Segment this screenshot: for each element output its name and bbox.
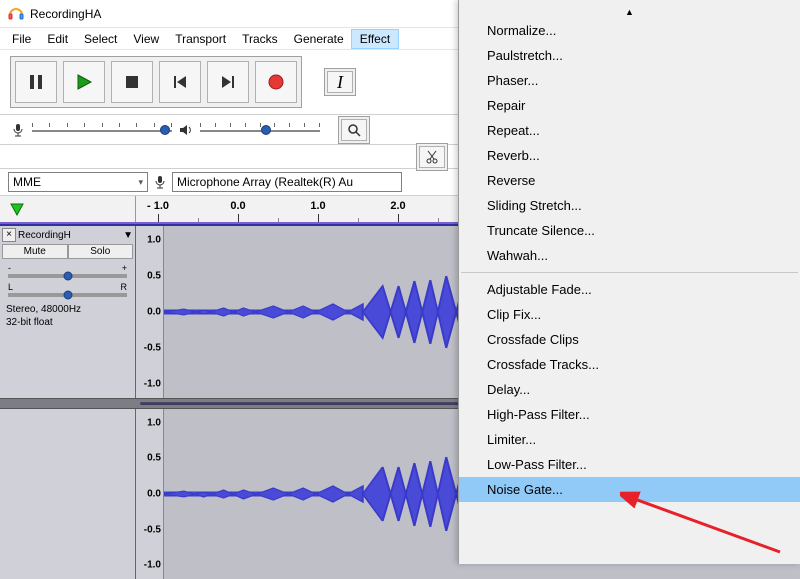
effect-menu-item[interactable]: High-Pass Filter...	[459, 402, 800, 427]
ruler-label: 1.0	[310, 200, 325, 212]
transport-group	[10, 56, 302, 108]
speaker-icon	[178, 122, 194, 138]
track-name: RecordingH	[18, 230, 121, 241]
effect-menu-item[interactable]: Reverse	[459, 168, 800, 193]
effect-menu-item[interactable]: Low-Pass Filter...	[459, 452, 800, 477]
effect-menu-item[interactable]: Normalize...	[459, 18, 800, 43]
mute-button[interactable]: Mute	[2, 244, 68, 259]
track-header: × RecordingH ▼ Mute Solo -+ LR Stereo, 4…	[0, 226, 136, 398]
effect-menu-item[interactable]: Adjustable Fade...	[459, 277, 800, 302]
cut-tools	[416, 143, 448, 171]
record-button[interactable]	[255, 61, 297, 103]
amplitude-scale: 1.0 0.5 0.0 -0.5 -1.0	[136, 409, 164, 579]
app-icon	[8, 6, 24, 22]
edit-tools: I	[324, 68, 356, 96]
stop-button[interactable]	[111, 61, 153, 103]
zoom-tools	[338, 116, 370, 144]
menu-view[interactable]: View	[125, 30, 167, 48]
skip-end-button[interactable]	[207, 61, 249, 103]
selection-tool-button[interactable]: I	[327, 71, 353, 93]
effect-menu-item[interactable]: Truncate Silence...	[459, 218, 800, 243]
menu-generate[interactable]: Generate	[286, 30, 352, 48]
gain-slider[interactable]: -+	[8, 263, 127, 278]
effect-menu-dropdown: ▲ Normalize...Paulstretch...Phaser...Rep…	[458, 0, 800, 564]
menu-select[interactable]: Select	[76, 30, 125, 48]
menu-scroll-up[interactable]: ▲	[459, 6, 800, 18]
amplitude-scale: 1.0 0.5 0.0 -0.5 -1.0	[136, 226, 164, 398]
effect-menu-item[interactable]: Repair	[459, 93, 800, 118]
menu-transport[interactable]: Transport	[167, 30, 234, 48]
track-header-right	[0, 409, 136, 579]
effect-menu-item[interactable]: Wahwah...	[459, 243, 800, 268]
play-button[interactable]	[63, 61, 105, 103]
recording-device-combo[interactable]: Microphone Array (Realtek(R) Au	[172, 172, 402, 192]
effect-menu-item[interactable]: Crossfade Tracks...	[459, 352, 800, 377]
pan-slider[interactable]: LR	[8, 282, 127, 297]
effect-menu-item[interactable]: Sliding Stretch...	[459, 193, 800, 218]
mic-icon	[152, 174, 168, 190]
menu-separator	[461, 272, 798, 273]
track-menu-button[interactable]: ▼	[123, 230, 133, 241]
ruler-label: 2.0	[390, 200, 405, 212]
skip-start-button[interactable]	[159, 61, 201, 103]
effect-menu-item[interactable]: Paulstretch...	[459, 43, 800, 68]
chevron-down-icon: ▾	[138, 177, 143, 188]
recording-level-slider[interactable]	[32, 123, 172, 137]
audio-host-value: MME	[13, 175, 41, 189]
menu-tracks[interactable]: Tracks	[234, 30, 286, 48]
effect-menu-item[interactable]: Noise Gate...	[459, 477, 800, 502]
app-title: RecordingHA	[30, 7, 101, 21]
zoom-tool-button[interactable]	[341, 119, 367, 141]
effect-menu-item[interactable]: Repeat...	[459, 118, 800, 143]
playhead-icon	[10, 203, 24, 216]
effect-menu-item[interactable]: Phaser...	[459, 68, 800, 93]
recording-device-value: Microphone Array (Realtek(R) Au	[177, 175, 353, 189]
effect-menu-item[interactable]: Delay...	[459, 377, 800, 402]
menu-effect[interactable]: Effect	[352, 30, 398, 48]
ruler-label: 0.0	[230, 200, 245, 212]
playback-level-slider[interactable]	[200, 123, 320, 137]
ruler-label: - 1.0	[147, 200, 169, 212]
effect-menu-item[interactable]: Crossfade Clips	[459, 327, 800, 352]
track-format-info: Stereo, 48000Hz 32-bit float	[2, 301, 133, 331]
effect-menu-item[interactable]: Limiter...	[459, 427, 800, 452]
menu-edit[interactable]: Edit	[39, 30, 76, 48]
effect-menu-item[interactable]: Clip Fix...	[459, 302, 800, 327]
pause-button[interactable]	[15, 61, 57, 103]
mic-icon	[10, 122, 26, 138]
effect-menu-item[interactable]: Reverb...	[459, 143, 800, 168]
menu-file[interactable]: File	[4, 30, 39, 48]
timeline-head[interactable]	[0, 196, 136, 222]
cut-button[interactable]	[419, 146, 445, 168]
audio-host-combo[interactable]: MME ▾	[8, 172, 148, 192]
track-close-button[interactable]: ×	[2, 228, 16, 242]
solo-button[interactable]: Solo	[68, 244, 134, 259]
